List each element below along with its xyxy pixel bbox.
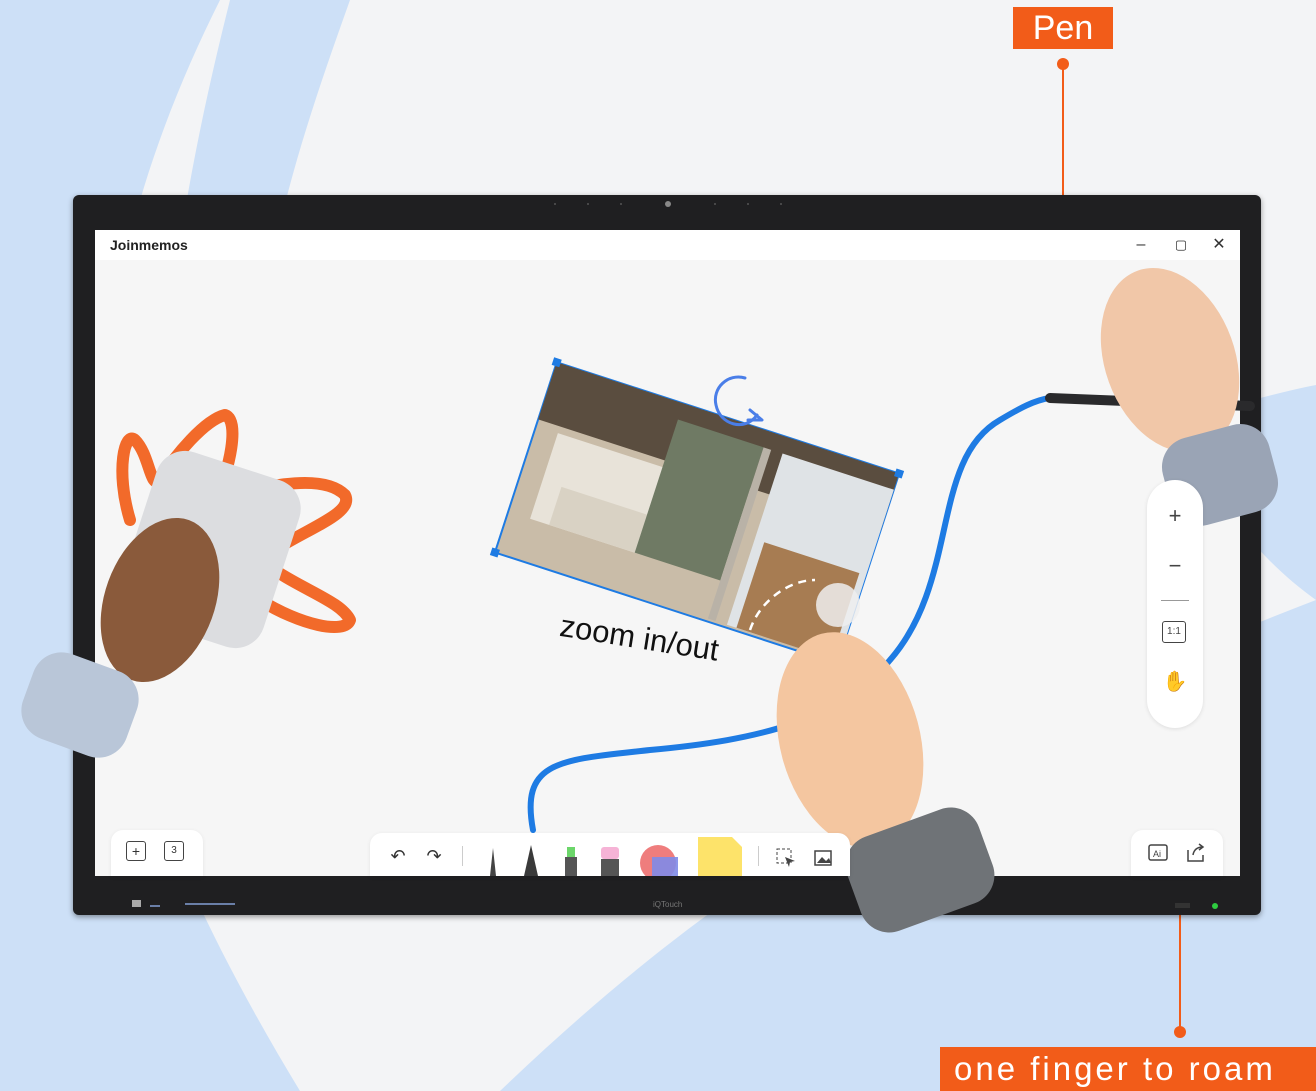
pen-thin-icon[interactable] bbox=[480, 843, 506, 876]
add-page-icon[interactable]: + bbox=[126, 841, 146, 861]
zoom-panel: + − 1:1 ✋ bbox=[1147, 480, 1203, 728]
pen-thick-icon[interactable] bbox=[518, 843, 544, 876]
minimize-button[interactable]: – bbox=[1128, 233, 1154, 257]
share-icon[interactable] bbox=[1185, 842, 1207, 864]
zoom-divider bbox=[1161, 600, 1189, 601]
lasso-select-icon[interactable] bbox=[775, 847, 797, 869]
zoom-out-button[interactable]: − bbox=[1161, 552, 1189, 580]
ai-icon[interactable]: Ai bbox=[1147, 842, 1169, 864]
image-icon[interactable] bbox=[813, 847, 835, 869]
page-panel: + 3 bbox=[111, 830, 203, 876]
eraser-icon[interactable] bbox=[598, 845, 622, 876]
app-title: Joinmemos bbox=[110, 237, 188, 253]
main-toolbar: ↶ ↷ bbox=[370, 833, 850, 876]
pages-icon[interactable]: 3 bbox=[164, 841, 184, 861]
undo-icon[interactable]: ↶ bbox=[386, 844, 410, 868]
zoom-in-button[interactable]: + bbox=[1161, 502, 1189, 530]
toolbar-divider bbox=[462, 846, 463, 866]
close-button[interactable]: ✕ bbox=[1206, 233, 1232, 257]
share-panel: Ai bbox=[1131, 830, 1223, 876]
roam-callout: one finger to roam bbox=[940, 1047, 1316, 1091]
svg-text:Ai: Ai bbox=[1153, 849, 1161, 859]
app-screen[interactable]: Joinmemos – ▢ ✕ bbox=[95, 230, 1240, 876]
title-bar: Joinmemos – ▢ ✕ bbox=[95, 230, 1240, 260]
shape-icon[interactable] bbox=[638, 843, 682, 876]
sticky-note-icon[interactable] bbox=[698, 837, 742, 876]
maximize-button[interactable]: ▢ bbox=[1168, 233, 1194, 257]
pen-callout: Pen bbox=[1013, 7, 1113, 49]
highlighter-icon[interactable] bbox=[560, 845, 582, 876]
toolbar-divider bbox=[758, 846, 759, 866]
redo-icon[interactable]: ↷ bbox=[422, 844, 446, 868]
brand-logo: iQTouch bbox=[653, 900, 683, 909]
fit-button[interactable]: 1:1 bbox=[1162, 621, 1186, 643]
hand-icon[interactable]: ✋ bbox=[1161, 668, 1189, 696]
